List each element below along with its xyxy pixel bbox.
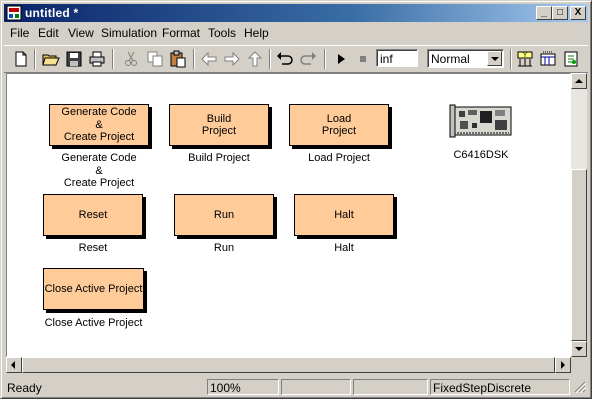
menu-bar: File Edit View Simulation Format Tools H… xyxy=(4,24,588,42)
c6416dsk-label: C6416DSK xyxy=(453,149,509,161)
new-model-icon[interactable] xyxy=(11,49,31,69)
menu-help[interactable]: Help xyxy=(244,26,269,40)
up-icon[interactable] xyxy=(245,49,265,69)
reset-label: Reset xyxy=(78,242,108,254)
open-icon[interactable] xyxy=(41,49,61,69)
toolbar-separator xyxy=(324,49,326,69)
svg-text:Y: Y xyxy=(523,53,527,59)
scroll-down-button[interactable] xyxy=(571,341,587,357)
generate-code-label: Generate Code & Create Project xyxy=(61,152,137,189)
scrollbar-corner xyxy=(571,357,587,373)
horizontal-scroll-thumb[interactable] xyxy=(22,357,555,373)
status-pane-empty xyxy=(281,379,351,395)
model-window: untitled * _ □ X File Edit View Simulati… xyxy=(0,0,592,399)
back-icon[interactable] xyxy=(199,49,219,69)
menu-view[interactable]: View xyxy=(68,26,94,40)
simulation-mode-select[interactable]: Normal xyxy=(427,49,504,68)
status-pane-empty xyxy=(353,379,428,395)
status-bar: Ready 100% FixedStepDiscrete xyxy=(4,377,588,395)
halt-label: Halt xyxy=(334,242,354,254)
run-block[interactable]: Run xyxy=(174,194,274,236)
chevron-down-icon[interactable] xyxy=(487,51,502,66)
status-text: Ready xyxy=(7,381,42,395)
stop-time-input[interactable]: inf xyxy=(376,49,418,67)
model-canvas[interactable]: Generate Code & Create Project Generate … xyxy=(6,73,571,357)
redo-icon[interactable] xyxy=(298,49,318,69)
scroll-up-button[interactable] xyxy=(571,73,587,89)
maximize-button[interactable]: □ xyxy=(552,6,568,20)
simulink-app-icon xyxy=(6,5,22,21)
model-explorer-icon[interactable] xyxy=(538,49,558,69)
paste-icon[interactable] xyxy=(168,49,188,69)
horizontal-scrollbar[interactable] xyxy=(6,357,571,373)
load-project-block[interactable]: Load Project xyxy=(289,104,389,146)
vertical-scroll-thumb[interactable] xyxy=(571,169,587,341)
build-project-label: Build Project xyxy=(188,152,250,164)
minimize-button[interactable]: _ xyxy=(536,6,552,20)
copy-icon[interactable] xyxy=(145,49,165,69)
halt-block[interactable]: Halt xyxy=(294,194,394,236)
resize-grip-icon[interactable] xyxy=(574,381,586,393)
print-icon[interactable] xyxy=(87,49,107,69)
c6416dsk-board-icon[interactable] xyxy=(448,103,514,139)
reset-block[interactable]: Reset xyxy=(43,194,143,236)
build-project-block[interactable]: Build Project xyxy=(169,104,269,146)
stop-icon[interactable] xyxy=(353,49,373,69)
menu-tools[interactable]: Tools xyxy=(208,26,236,40)
forward-icon[interactable] xyxy=(222,49,242,69)
generate-code-block[interactable]: Generate Code & Create Project xyxy=(49,104,149,146)
window-title: untitled * xyxy=(25,6,79,20)
menu-file[interactable]: File xyxy=(10,26,29,40)
undo-icon[interactable] xyxy=(275,49,295,69)
close-active-project-label: Close Active Project xyxy=(44,317,143,329)
simulation-mode-value: Normal xyxy=(431,52,470,66)
close-active-project-block[interactable]: Close Active Project xyxy=(43,268,144,310)
toolbar-separator xyxy=(34,49,36,69)
solver-name: FixedStepDiscrete xyxy=(430,379,570,395)
debug-icon[interactable] xyxy=(561,49,581,69)
toolbar-separator xyxy=(112,49,114,69)
toolbar-separator xyxy=(269,49,271,69)
vertical-scrollbar[interactable] xyxy=(571,73,587,357)
menu-simulation[interactable]: Simulation xyxy=(101,26,157,40)
toolbar: inf Normal Y xyxy=(4,45,588,73)
load-project-label: Load Project xyxy=(308,152,370,164)
scroll-right-button[interactable] xyxy=(555,357,571,373)
save-icon[interactable] xyxy=(64,49,84,69)
library-browser-icon[interactable]: Y xyxy=(515,49,535,69)
toolbar-separator xyxy=(193,49,195,69)
close-button[interactable]: X xyxy=(570,6,586,20)
menu-format[interactable]: Format xyxy=(162,26,200,40)
start-icon[interactable] xyxy=(331,49,351,69)
toolbar-separator xyxy=(510,49,512,69)
menu-edit[interactable]: Edit xyxy=(38,26,59,40)
run-label: Run xyxy=(213,242,235,254)
title-bar[interactable]: untitled * _ □ X xyxy=(4,4,588,22)
scroll-left-button[interactable] xyxy=(6,357,22,373)
cut-icon[interactable] xyxy=(121,49,141,69)
zoom-level: 100% xyxy=(207,379,279,395)
